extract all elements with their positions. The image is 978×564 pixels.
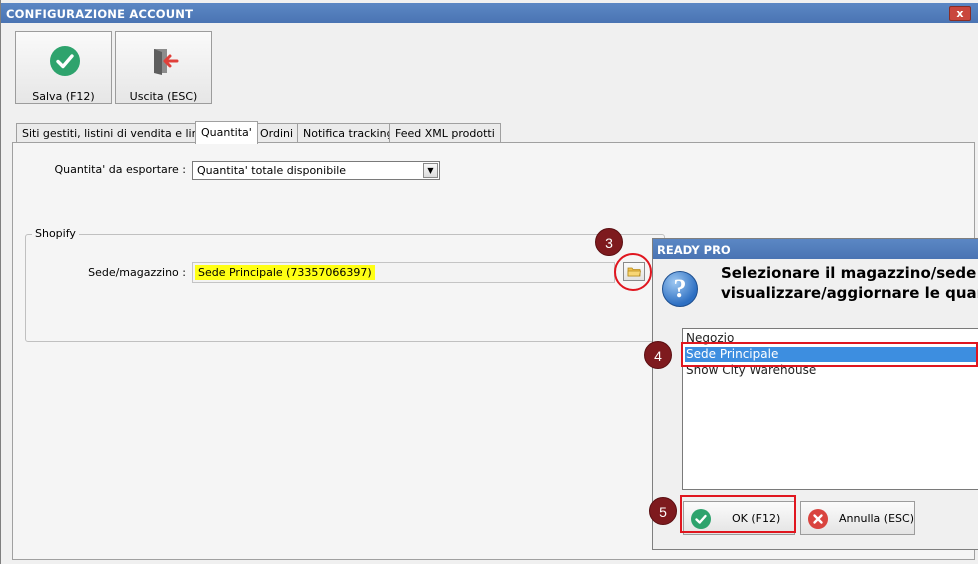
tab-feed-xml[interactable]: Feed XML prodotti	[389, 123, 501, 143]
location-value: Sede Principale (73357066397)	[195, 265, 375, 280]
window-title: CONFIGURAZIONE ACCOUNT	[6, 7, 194, 21]
quantity-select-value: Quantita' totale disponibile	[197, 164, 347, 177]
dialog-message-line2: visualizzare/aggiornare le quantita'	[721, 284, 978, 302]
quantity-label: Quantita' da esportare :	[54, 163, 186, 176]
annotation-ring-3	[614, 253, 652, 291]
exit-button[interactable]: Uscita (ESC)	[115, 31, 212, 104]
annotation-badge-3: 3	[595, 228, 623, 256]
dialog-title: READY PRO	[653, 239, 978, 259]
annotation-ring-5	[680, 495, 796, 533]
close-icon[interactable]: x	[949, 6, 971, 21]
exit-button-label: Uscita (ESC)	[129, 90, 198, 103]
exit-door-icon	[150, 46, 180, 76]
chevron-down-icon[interactable]: ▼	[423, 163, 438, 178]
shopify-group-label: Shopify	[32, 227, 79, 240]
quantity-select[interactable]: Quantita' totale disponibile ▼	[192, 161, 440, 180]
save-button[interactable]: Salva (F12)	[15, 31, 112, 104]
annotation-ring-4	[681, 342, 978, 367]
save-button-label: Salva (F12)	[32, 90, 95, 103]
annotation-badge-5: 5	[649, 497, 677, 525]
checkmark-icon	[50, 46, 80, 76]
dialog-message-line1: Selezionare il magazzino/sede Shopify da	[721, 264, 978, 282]
tab-ordini[interactable]: Ordini	[254, 123, 300, 143]
window-titlebar: CONFIGURAZIONE ACCOUNT x	[1, 3, 978, 23]
tab-siti-gestiti[interactable]: Siti gestiti, listini di vendita e lingu…	[16, 123, 226, 143]
cancel-button[interactable]: Annulla (ESC)	[800, 501, 915, 535]
location-field[interactable]: Sede Principale (73357066397)	[192, 262, 615, 283]
shopify-group: Shopify	[25, 227, 665, 342]
cancel-button-label: Annulla (ESC)	[839, 512, 914, 525]
tab-quantita[interactable]: Quantita'	[195, 121, 258, 144]
location-label: Sede/magazzino :	[88, 266, 186, 279]
cancel-x-icon	[808, 509, 828, 529]
tab-notifica-tracking[interactable]: Notifica tracking	[297, 123, 400, 143]
question-icon: ?	[662, 271, 698, 307]
annotation-badge-4: 4	[644, 341, 672, 369]
dialog-message: Selezionare il magazzino/sede Shopify da…	[721, 263, 978, 303]
